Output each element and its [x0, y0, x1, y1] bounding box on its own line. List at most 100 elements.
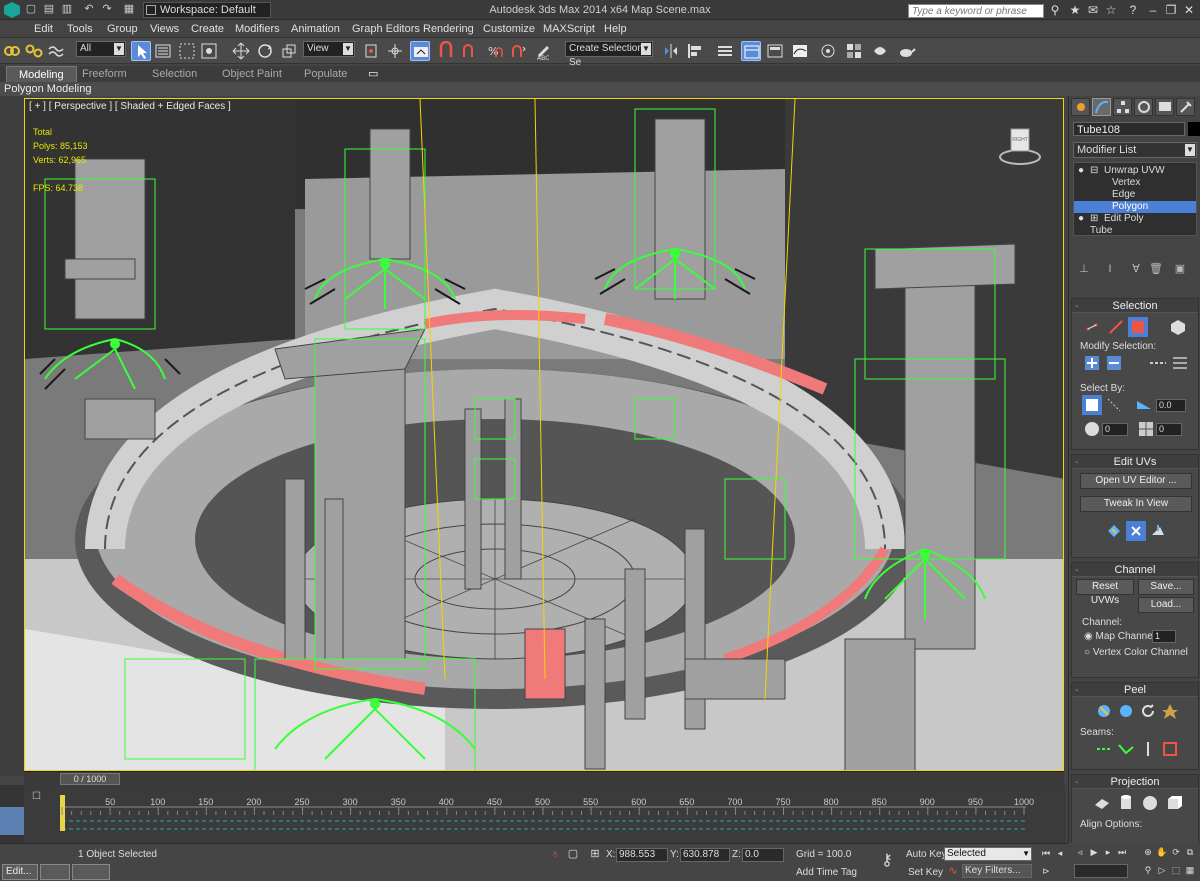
object-color-swatch[interactable]: [1188, 122, 1200, 136]
map-channel-spinner[interactable]: 1: [1152, 630, 1176, 643]
material-editor-icon[interactable]: [844, 41, 864, 61]
seams-to-edge-sel-icon[interactable]: [1138, 739, 1158, 759]
select-by-material-id-icon[interactable]: [1136, 419, 1156, 439]
quick-planar-map-icon[interactable]: [1104, 521, 1124, 541]
expand-icon[interactable]: ⊞: [1090, 213, 1098, 225]
keyboard-shortcut-override-icon[interactable]: [410, 41, 430, 61]
set-keys-key-icon[interactable]: ⚷: [876, 853, 898, 869]
absolute-mode-icon[interactable]: ⊞: [588, 847, 602, 861]
maxscript-listener-button[interactable]: Edit...: [2, 864, 38, 880]
ribbon-tab-modeling[interactable]: Modeling: [6, 66, 77, 82]
open-uv-editor-button[interactable]: Open UV Editor ...: [1080, 473, 1192, 489]
z-coordinate-field[interactable]: 0.0: [742, 848, 784, 862]
favorites-icon[interactable]: ☆: [1104, 3, 1118, 17]
loop-seam-icon[interactable]: [1160, 739, 1180, 759]
ribbon-tab-selection[interactable]: Selection: [140, 66, 209, 82]
schematic-view-icon[interactable]: [818, 41, 838, 61]
rectangular-selection-icon[interactable]: [177, 41, 197, 61]
field-of-view-icon[interactable]: ▷: [1156, 864, 1168, 876]
rotate-icon[interactable]: [255, 41, 275, 61]
scale-icon[interactable]: [279, 41, 299, 61]
reset-peel-icon[interactable]: [1138, 701, 1158, 721]
planar-angle-icon[interactable]: [1134, 395, 1154, 415]
vertex-color-channel-radio[interactable]: ○ Vertex Color Channel: [1084, 647, 1188, 659]
new-file-icon[interactable]: ▢: [24, 2, 38, 16]
modifier-list-dropdown[interactable]: Modifier List ▼: [1073, 142, 1197, 158]
named-selection-dropdown[interactable]: Create Selection Se ▼: [565, 41, 653, 68]
polygon-modeling-bar[interactable]: Polygon Modeling: [0, 82, 1200, 96]
point-to-point-seam-icon[interactable]: [1094, 739, 1114, 759]
graphite-ribbon-icon[interactable]: [765, 41, 785, 61]
minimize-icon[interactable]: –: [1146, 3, 1160, 17]
render-setup-icon[interactable]: [870, 41, 890, 61]
stack-item-tube[interactable]: Tube: [1074, 225, 1196, 237]
polygon-mode-icon[interactable]: [1128, 317, 1148, 337]
menu-views[interactable]: Views: [150, 22, 179, 36]
mini-curve-editor-icon[interactable]: ☐: [32, 791, 41, 802]
angle-snap-icon[interactable]: [460, 41, 480, 61]
selection-lock-icon[interactable]: ♁: [548, 847, 562, 861]
box-map-icon[interactable]: [1164, 793, 1184, 813]
smoothing-group-spinner[interactable]: 0: [1102, 423, 1128, 436]
pivot-center-icon[interactable]: [361, 41, 381, 61]
communication-center-icon[interactable]: ✉: [1086, 3, 1100, 17]
make-unique-icon[interactable]: ∀: [1129, 262, 1143, 276]
peel-rollout-header[interactable]: - Peel: [1072, 683, 1198, 697]
project-folder-icon[interactable]: ▦: [122, 2, 136, 16]
stack-item-edit-poly[interactable]: ● ⊞ Edit Poly: [1074, 213, 1196, 225]
taskbar-window-2[interactable]: [72, 864, 110, 880]
manage-layers-icon[interactable]: [715, 41, 735, 61]
binoculars-search-icon[interactable]: ⚲: [1048, 3, 1062, 17]
menu-edit[interactable]: Edit: [34, 22, 53, 36]
pin-stack-icon[interactable]: ⊥: [1077, 262, 1091, 276]
viewport-layout-icon[interactable]: ▦: [1184, 864, 1196, 876]
selection-rollout-header[interactable]: - Selection: [1072, 299, 1198, 313]
spherical-map-icon[interactable]: [1140, 793, 1160, 813]
stack-item-vertex[interactable]: Vertex: [1074, 177, 1196, 189]
grow-selection-icon[interactable]: [1082, 353, 1102, 373]
material-id-spinner[interactable]: 0: [1156, 423, 1182, 436]
selection-filter-dropdown[interactable]: All ▼: [76, 41, 126, 57]
auto-key-button[interactable]: Auto Key: [906, 848, 947, 862]
reset-uvws-button[interactable]: Reset UVWs: [1076, 579, 1134, 606]
cylindrical-map-icon[interactable]: [1116, 793, 1136, 813]
motion-tab-icon[interactable]: [1134, 98, 1153, 116]
menu-help[interactable]: Help: [604, 22, 627, 36]
link-icon[interactable]: [2, 41, 22, 61]
perspective-viewport[interactable]: [ + ] [ Perspective ] [ Shaded + Edged F…: [24, 98, 1064, 771]
quick-peel-icon[interactable]: [1094, 701, 1114, 721]
menu-graph-editors[interactable]: Graph Editors: [352, 22, 420, 36]
percent-snap-icon[interactable]: %: [484, 41, 504, 61]
reference-coordinate-dropdown[interactable]: View ▼: [303, 41, 355, 57]
align-gizmo-icon[interactable]: [1148, 521, 1168, 541]
modify-tab-icon[interactable]: [1092, 98, 1111, 116]
key-mode-dropdown[interactable]: Selected ▼: [944, 847, 1032, 861]
ignore-backfacing-icon[interactable]: [1104, 395, 1124, 415]
previous-frame-icon[interactable]: ◂: [1054, 847, 1066, 859]
workspace-dropdown[interactable]: Workspace: Default: [143, 2, 271, 18]
go-to-start-icon[interactable]: ⏮: [1040, 847, 1052, 859]
walk-through-icon[interactable]: ⬚: [1170, 864, 1182, 876]
ribbon-options-icon[interactable]: ▭: [356, 66, 390, 82]
time-slider-knob[interactable]: 0 / 1000: [60, 773, 120, 785]
tweak-in-view-button[interactable]: Tweak In View: [1080, 496, 1192, 512]
ring-selection-icon[interactable]: [1170, 353, 1190, 373]
ribbon-tab-object-paint[interactable]: Object Paint: [210, 66, 294, 82]
show-end-result-icon[interactable]: I: [1103, 262, 1117, 276]
menu-tools[interactable]: Tools: [67, 22, 93, 36]
redo-icon[interactable]: ↷: [100, 2, 114, 16]
maximize-icon[interactable]: ❐: [1164, 3, 1178, 17]
mirror-icon[interactable]: [661, 41, 681, 61]
zoom-icon[interactable]: ⚲: [1142, 864, 1154, 876]
stack-item-edge[interactable]: Edge: [1074, 189, 1196, 201]
play-icon[interactable]: ▶: [1088, 846, 1100, 858]
open-file-icon[interactable]: ▤: [42, 2, 56, 16]
menu-rendering[interactable]: Rendering: [423, 22, 474, 36]
ribbon-tab-populate[interactable]: Populate: [292, 66, 359, 82]
edge-mode-icon[interactable]: [1106, 317, 1126, 337]
set-key-button[interactable]: Set Key: [908, 866, 943, 880]
light-bulb-icon[interactable]: ●: [1078, 165, 1084, 177]
light-bulb-icon[interactable]: ●: [1078, 213, 1084, 225]
current-frame-field[interactable]: [1074, 864, 1128, 878]
trackbar[interactable]: 0501001502002503003504004505005506006507…: [0, 785, 1066, 843]
